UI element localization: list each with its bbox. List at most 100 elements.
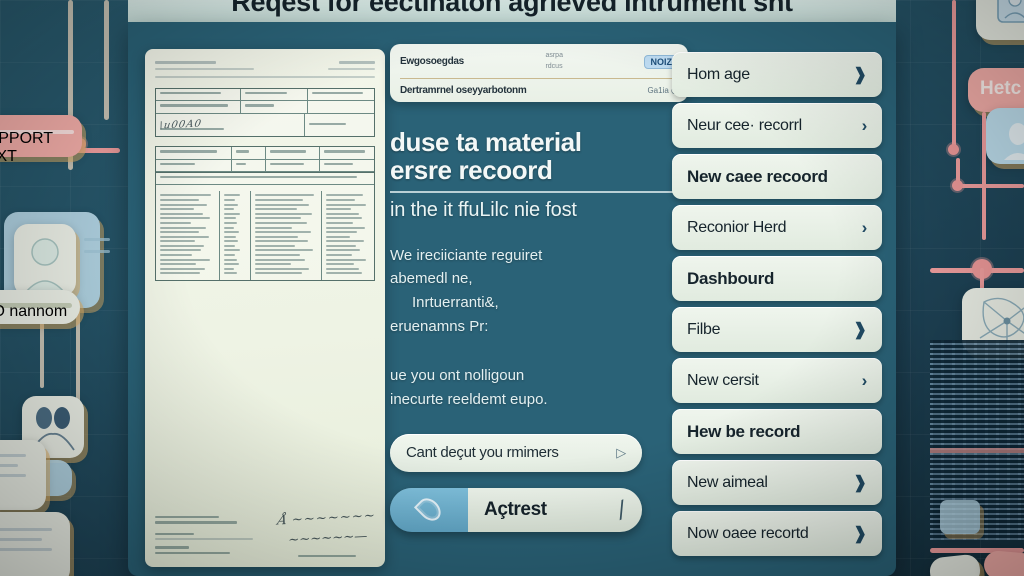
decor-pink-dot-2: [948, 144, 959, 155]
sidebar-item-new-case-record-2[interactable]: New caee recoord: [672, 154, 882, 199]
form-row-mid: asrpa rdcus: [545, 52, 563, 70]
sidebar-item-new-case-record-1[interactable]: Neur cee· recorrl ›: [672, 103, 882, 148]
content-heading-line-2: ersre recoord: [390, 155, 553, 186]
form-row[interactable]: Ewgosoegdas asrpa rdcus NOIZ: [400, 51, 678, 72]
form-row[interactable]: Dertramrnel oseyyarbotonm Ga1ia ◎: [400, 78, 678, 96]
content-paragraph-2: ue you ont nolligoun inecurte reeldemt e…: [390, 364, 690, 411]
decor-right-blue-card: [986, 108, 1024, 164]
table-cell: [241, 89, 308, 101]
person-small-icon: [1004, 123, 1024, 160]
decor-badge-card: [976, 0, 1024, 40]
doc-divider: [155, 76, 375, 78]
content-heading: duse ta material ersre recoord: [390, 128, 690, 184]
sidebar-item-reconior-herd[interactable]: Reconior Herd ›: [672, 205, 882, 250]
signature-1: Å ﻿~~~~~~~: [276, 508, 378, 529]
form-row-label: Dertramrnel oseyyarbotonm: [400, 85, 527, 96]
decor-person-card: [14, 224, 76, 296]
decor-pink-line-3: [982, 112, 986, 240]
paragraph-1-line-3: Inrtuerranti&,: [412, 294, 499, 312]
screenshot-root: SUPPORT TEXT IO nannom: [0, 0, 1024, 576]
sidebar-item-dashboard[interactable]: Dashbourd: [672, 256, 882, 301]
decor-pink-tag-text: SUPPORT TEXT: [0, 130, 74, 165]
secondary-action-button[interactable]: Cant deçut you rmimers ▷: [390, 433, 642, 472]
sidebar-item-label: Dashbourd: [687, 268, 775, 288]
doc-table-top: \u00A0: [155, 88, 375, 138]
main-content: Ewgosoegdas asrpa rdcus NOIZ Dertramrnel…: [390, 44, 690, 576]
sidebar-item-new-cersit[interactable]: New cersit ›: [672, 358, 882, 403]
content-subheading: in the it ffuLilc nie fost: [390, 198, 577, 221]
table-cell: [308, 101, 374, 112]
page-title: Reqest for eectinaton agrieved intrument…: [231, 0, 793, 17]
doc-header-line: [338, 61, 375, 64]
sidebar-item-label: New aimeal: [687, 473, 768, 491]
table-row: [156, 147, 374, 160]
decor-doc-line: [0, 528, 52, 531]
table-cell: [266, 147, 321, 159]
decor-right-pink-badge: Hetc: [968, 68, 1024, 112]
table-cell: [156, 89, 241, 101]
sidebar-item-label: New cersit: [687, 371, 759, 389]
doc-header-line: [155, 61, 216, 64]
sidebar-item-label: Hew be record: [687, 421, 801, 441]
signature-2: ~~~~~~—: [284, 528, 369, 548]
table-cell: [156, 101, 241, 113]
decor-pink-line-2: [952, 0, 956, 150]
table-cell: [241, 101, 308, 113]
sidebar-item-label: Hom age: [687, 65, 750, 83]
decor-book-2: [982, 549, 1024, 576]
paragraph-1-line-1: We ireciiciante reguiret: [390, 246, 543, 264]
secondary-action-label: Cant deçut you rmimers: [406, 444, 559, 462]
app-window: \u00A0: [128, 22, 896, 576]
decor-doc-line: [0, 454, 26, 457]
doc-table-main: [155, 146, 375, 282]
doc-header-line: [155, 68, 255, 70]
primary-action-button[interactable]: Açtrest ╱: [390, 487, 642, 532]
paragraph-1-line-4: eruenamns Pr:: [390, 317, 489, 335]
table-cell: [305, 114, 374, 136]
primary-action-label-wrap: Açtrest ╱: [468, 487, 642, 532]
primary-action-label: Açtrest: [484, 498, 547, 520]
form-summary-card[interactable]: Ewgosoegdas asrpa rdcus NOIZ Dertramrnel…: [390, 44, 688, 102]
table-cell: [322, 191, 374, 280]
chevron-right-icon: ›: [861, 115, 868, 135]
paragraph-2-line-1: ue you ont nolligoun: [390, 367, 525, 385]
content-paragraph-1: We ireciiciante reguiret abemedl ne, Inr…: [390, 244, 690, 339]
decor-doc-card-1: [0, 440, 46, 510]
decor-pale-tag-text: IO nannom: [0, 303, 72, 320]
decor-card-line-1: [84, 238, 110, 241]
table-cell: [156, 191, 221, 281]
arrow-right-outline-icon: ▷: [616, 444, 626, 460]
decor-doc-card-2: [0, 512, 70, 576]
table-row: [156, 171, 374, 186]
table-cell: [266, 159, 321, 171]
document-preview[interactable]: \u00A0: [145, 49, 385, 567]
table-row: [156, 101, 374, 114]
chevron-right-icon: ›: [861, 370, 868, 390]
decor-pink-tag-card: SUPPORT TEXT: [0, 115, 82, 165]
table-cell: [156, 159, 232, 171]
slash-icon: ╱: [614, 500, 630, 520]
id-badge-icon: [997, 0, 1024, 23]
decor-pink-line-5: [956, 184, 1024, 188]
paragraph-2-line-2: inecurte reeldemt eupo.: [390, 391, 548, 409]
table-cell: [320, 160, 374, 171]
sidebar-item-label: Now oaee recortd: [687, 524, 809, 542]
sidebar-item-new-aimeal[interactable]: New aimeal ❱: [672, 460, 882, 505]
sidebar-item-homepage[interactable]: Hom age ❱: [672, 52, 882, 97]
sidebar-nav: Hom age ❱ Neur cee· recorrl › New caee r…: [672, 52, 882, 562]
table-cell: [156, 173, 374, 184]
chevron-right-icon: ❱: [853, 523, 867, 544]
sidebar-item-label: Reconior Herd: [687, 218, 787, 236]
sidebar-item-label: New caee recoord: [687, 166, 828, 186]
decor-pink-dot-3: [952, 180, 963, 191]
sidebar-item-label: Filbe: [687, 320, 721, 338]
sidebar-item-now-oaee-recortd[interactable]: Now oaee recortd ❱: [672, 511, 882, 556]
table-cell: [232, 159, 266, 171]
doc-header: [155, 61, 375, 74]
sidebar-item-hew-be-record[interactable]: Hew be record: [672, 409, 882, 454]
table-cell: [220, 191, 252, 281]
table-row: \u00A0: [156, 113, 374, 137]
sidebar-item-filbe[interactable]: Filbe ❱: [672, 307, 882, 352]
chevron-right-icon: ❱: [853, 319, 867, 340]
chevron-right-icon: ❱: [853, 472, 867, 493]
